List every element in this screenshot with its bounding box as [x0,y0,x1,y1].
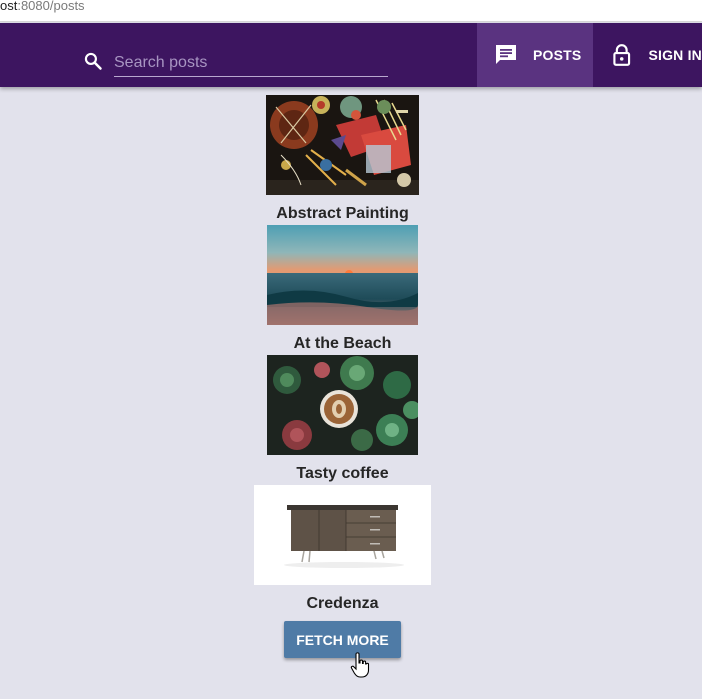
app-bar: POSTS SIGN IN [0,23,702,87]
post-card[interactable]: Credenza [0,485,702,615]
nav-posts-label: POSTS [533,47,582,63]
post-title: Tasty coffee [296,465,389,482]
url-path: :8080/posts [17,0,85,13]
hand-cursor-icon [350,652,370,678]
search-input[interactable] [114,49,388,77]
url-host: ost [0,0,18,13]
beach-sunset-image [267,225,418,325]
post-title: At the Beach [293,335,392,352]
post-title: Abstract Painting [276,205,409,222]
post-card[interactable]: At the Beach [0,225,702,355]
browser-address-bar[interactable]: ost:8080/posts [0,0,702,22]
post-card[interactable]: Abstract Painting [0,95,702,225]
nav-sign-in-label: SIGN IN [648,47,702,63]
coffee-succulents-image [267,355,418,455]
abstract-painting-image [266,95,419,195]
search-bar [80,37,388,77]
search-icon [84,52,102,70]
credenza-furniture-image [254,485,431,585]
chat-bubble-icon [496,45,516,64]
post-card[interactable]: Tasty coffee [0,355,702,485]
nav-posts-button[interactable]: POSTS [477,23,593,87]
fetch-more-button[interactable]: FETCH MORE [284,621,401,658]
nav-sign-in-button[interactable]: SIGN IN [593,23,702,87]
post-title: Credenza [306,595,379,612]
lock-icon [613,44,631,66]
